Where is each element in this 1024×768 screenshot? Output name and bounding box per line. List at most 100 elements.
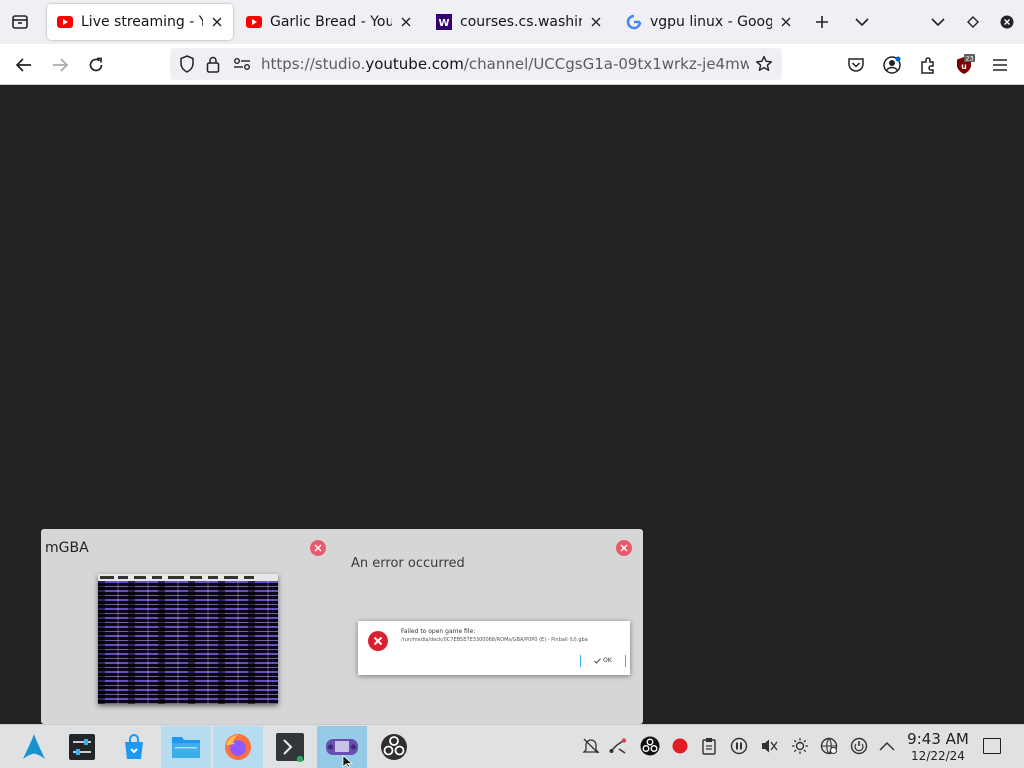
account-button[interactable] — [879, 52, 905, 78]
kde-connect-icon[interactable] — [609, 736, 629, 756]
permissions-icon[interactable] — [232, 54, 252, 74]
show-desktop-button[interactable] — [983, 738, 1001, 754]
network-icon[interactable] — [819, 736, 839, 756]
close-tab-icon[interactable] — [778, 14, 794, 30]
game-preview-thumbnail — [98, 574, 278, 704]
volume-muted-icon[interactable] — [759, 736, 779, 756]
app-menu-button[interactable] — [987, 52, 1013, 78]
lock-icon[interactable] — [203, 54, 223, 74]
brightness-icon[interactable] — [790, 736, 810, 756]
arch-icon — [23, 734, 45, 759]
diamond-icon — [967, 16, 979, 28]
taskbar: 9:43 AM 12/22/24 — [0, 724, 1024, 768]
close-error-icon[interactable] — [616, 540, 632, 556]
pocket-button[interactable] — [843, 52, 869, 78]
extensions-button[interactable] — [915, 52, 941, 78]
url-host: youtube.com — [365, 55, 464, 73]
window-close-button[interactable] — [995, 10, 1019, 34]
mgba-title: mGBA — [45, 540, 89, 556]
tab-title: vgpu linux - Google Search — [650, 14, 772, 30]
close-tab-icon[interactable] — [209, 14, 225, 30]
tab-vgpu-linux[interactable]: vgpu linux - Google Search — [616, 4, 802, 40]
obs-icon — [381, 734, 407, 760]
url-path: /channel/UCCgsG1a-09tx1wrkz-je4mw/livest… — [463, 55, 749, 73]
close-tab-icon[interactable] — [398, 14, 414, 30]
clipboard-icon[interactable] — [699, 736, 719, 756]
close-circle-icon — [1000, 15, 1014, 29]
discover-button[interactable] — [109, 726, 159, 768]
puzzle-icon — [921, 57, 934, 74]
tab-title: Garlic Bread - YouTube — [270, 14, 392, 30]
show-hidden-icons-button[interactable] — [877, 736, 897, 756]
close-window-icon[interactable] — [310, 540, 326, 556]
clock-time[interactable]: 9:43 AM — [906, 730, 970, 748]
ublock-button[interactable]: u 23 — [951, 52, 977, 78]
chevron-down-icon — [855, 18, 869, 27]
shield-icon[interactable] — [177, 54, 197, 74]
preview-menubar — [98, 574, 278, 581]
recording-indicator-icon[interactable] — [670, 736, 690, 756]
notifications-muted-icon[interactable] — [581, 736, 601, 756]
store-icon — [125, 734, 143, 759]
check-icon — [594, 658, 601, 664]
konsole-button[interactable] — [265, 726, 315, 768]
mgba-window: mGBA An error occurred Failed to open ga… — [41, 529, 643, 724]
extension-badge: 23 — [965, 55, 973, 63]
close-tab-icon[interactable] — [588, 14, 604, 30]
tab-live-streaming[interactable]: Live streaming - YouTube — [47, 4, 233, 40]
url-prefix: https://studio. — [261, 55, 366, 73]
settings-icon — [69, 734, 95, 760]
ok-label: OK — [603, 657, 612, 664]
tab-title: Live streaming - YouTube — [81, 14, 203, 30]
uw-icon: W — [436, 14, 452, 30]
power-battery-icon[interactable] — [849, 736, 869, 756]
folder-icon — [172, 737, 200, 758]
error-icon — [368, 631, 388, 651]
tab-bar: Live streaming - YouTube Garlic Bread - … — [0, 0, 1024, 44]
clock-date[interactable]: 12/22/24 — [906, 749, 970, 763]
svg-text:W: W — [438, 18, 449, 29]
chevron-up-icon — [879, 741, 895, 751]
navigation-toolbar: https://studio.youtube.com/channel/UCCgs… — [0, 44, 1024, 85]
google-icon — [626, 14, 642, 30]
system-settings-button[interactable] — [57, 726, 107, 768]
pocket-icon — [848, 58, 864, 72]
glitch-noise — [98, 581, 278, 704]
dolphin-file-manager-button[interactable] — [161, 726, 211, 768]
mouse-cursor-icon — [342, 755, 354, 768]
error-heading: An error occurred — [351, 556, 465, 571]
reload-icon — [89, 57, 103, 72]
url-text[interactable]: https://studio.youtube.com/channel/UCCgs… — [261, 55, 749, 73]
error-message: Failed to open game file: — [401, 628, 476, 635]
bookmark-star-icon[interactable] — [754, 54, 774, 74]
new-tab-button[interactable] — [810, 10, 834, 34]
tab-garlic-bread[interactable]: Garlic Bread - YouTube — [236, 4, 422, 40]
account-icon — [883, 56, 901, 74]
youtube-icon — [246, 14, 262, 30]
firefox-view-icon — [12, 15, 28, 29]
obs-tray-icon[interactable] — [640, 736, 660, 756]
obs-studio-button[interactable] — [369, 726, 419, 768]
chevron-down-icon — [931, 18, 945, 27]
youtube-icon — [57, 14, 73, 30]
firefox-button[interactable] — [213, 726, 263, 768]
forward-button[interactable] — [47, 52, 73, 78]
error-file-path: /run/media/deck/0C7EB5E7E3300068/ROMs/GB… — [401, 637, 588, 643]
tab-courses-cs[interactable]: W courses.cs.washington.edu — [426, 4, 612, 40]
application-launcher[interactable] — [9, 726, 59, 768]
firefox-icon — [225, 734, 251, 760]
ok-button[interactable]: OK — [580, 655, 626, 667]
hamburger-menu-icon — [993, 59, 1007, 71]
reload-button[interactable] — [83, 52, 109, 78]
firefox-view-button[interactable] — [8, 10, 32, 34]
list-tabs-button[interactable] — [850, 10, 874, 34]
back-button[interactable] — [11, 52, 37, 78]
window-minimize-button[interactable] — [926, 10, 950, 34]
ublock-shield-icon: u23 — [957, 54, 975, 74]
address-bar[interactable]: https://studio.youtube.com/channel/UCCgs… — [170, 48, 782, 80]
tab-title: courses.cs.washington.edu — [460, 14, 582, 30]
error-message-box: Failed to open game file: /run/media/dec… — [358, 621, 630, 675]
window-maximize-button[interactable] — [961, 10, 985, 34]
terminal-icon — [276, 733, 304, 762]
media-pause-icon[interactable] — [729, 736, 749, 756]
